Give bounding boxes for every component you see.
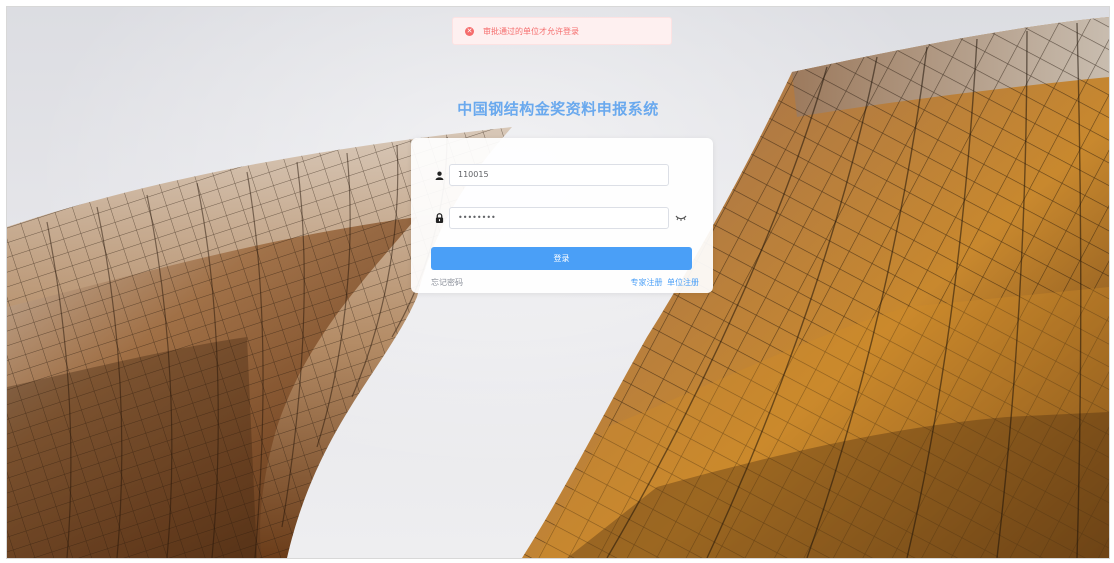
login-page-background: ✕ 审批通过的单位才允许登录 中国钢结构金奖资料申报系统 110015 ••••…: [6, 6, 1110, 559]
page-title: 中国钢结构金奖资料申报系统: [457, 100, 659, 118]
unit-register-link[interactable]: 单位注册: [667, 278, 699, 287]
alert-message: 审批通过的单位才允许登录: [483, 26, 579, 36]
register-links: 专家注册 单位注册: [630, 277, 699, 288]
lock-icon: [431, 207, 447, 229]
login-button[interactable]: 登录: [431, 247, 692, 270]
eye-closed-icon[interactable]: [675, 213, 687, 223]
error-alert: ✕ 审批通过的单位才允许登录: [452, 17, 672, 45]
expert-register-link[interactable]: 专家注册: [630, 278, 662, 287]
password-input[interactable]: ••••••••: [449, 207, 669, 229]
user-icon: [431, 164, 447, 186]
password-row: ••••••••: [431, 207, 687, 229]
login-card: 110015 •••••••• 登录 忘记密码 专家注册 单位注册: [411, 138, 713, 293]
username-input[interactable]: 110015: [449, 164, 669, 186]
close-circle-icon: ✕: [465, 26, 474, 36]
forgot-password-link[interactable]: 忘记密码: [431, 277, 463, 288]
username-row: 110015: [431, 164, 669, 186]
